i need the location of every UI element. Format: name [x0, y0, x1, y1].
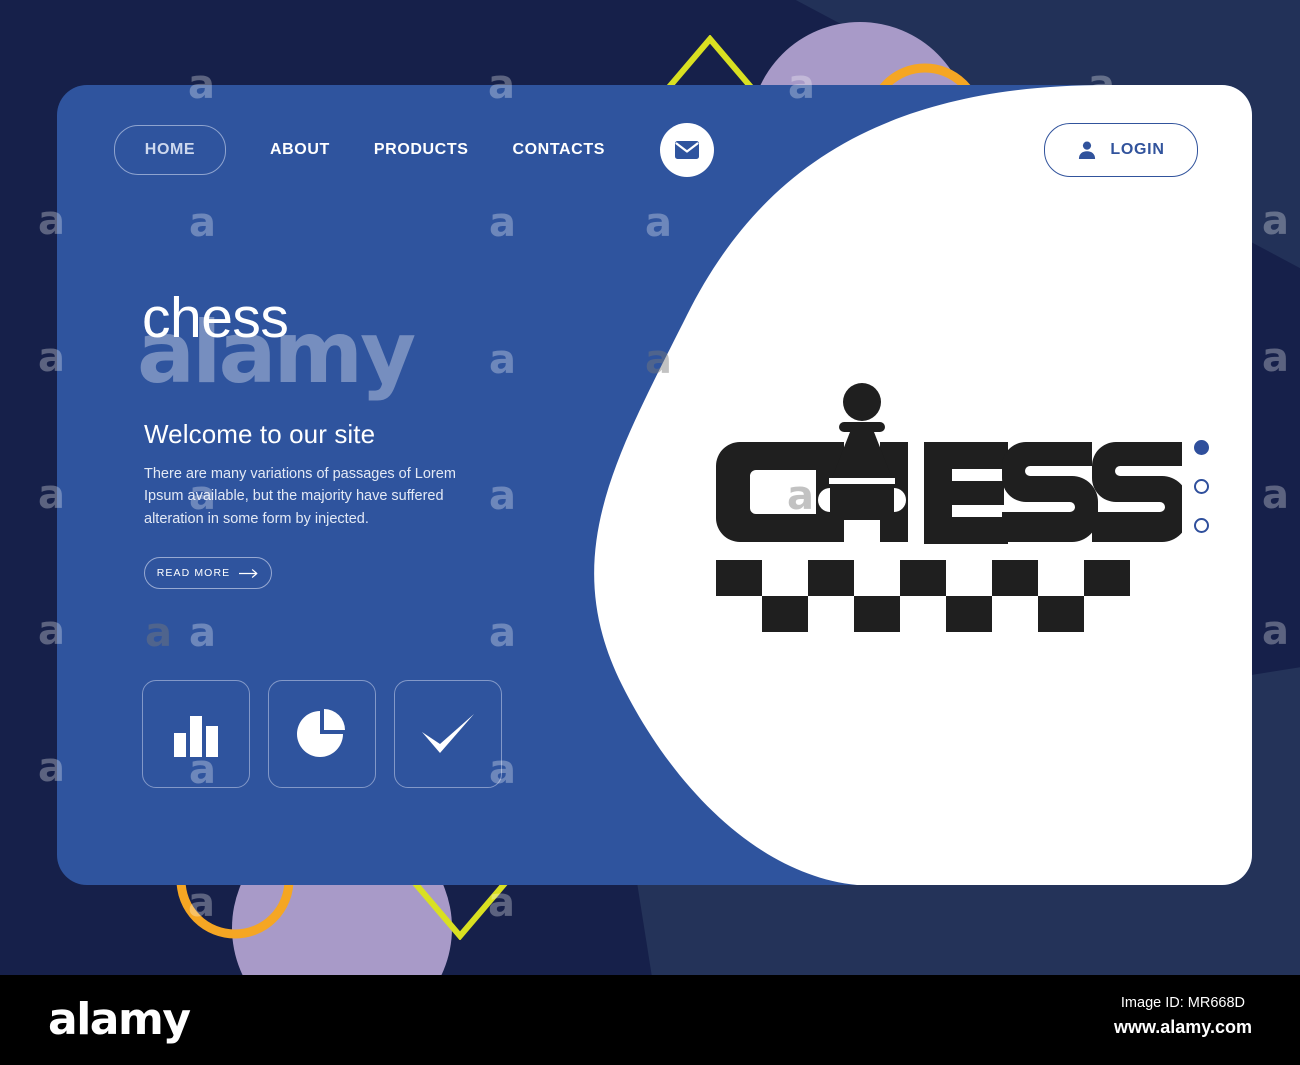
pie-chart-icon [297, 709, 345, 757]
decorative-chevron-bottom-icon [412, 880, 508, 940]
pagination-dot-2[interactable] [1194, 479, 1209, 494]
page-background: HOME ABOUT PRODUCTS CONTACTS LOGIN chess… [0, 0, 1300, 975]
mail-button[interactable] [659, 123, 714, 177]
main-navigation: HOME ABOUT PRODUCTS CONTACTS LOGIN [57, 85, 1252, 215]
alamy-url: www.alamy.com [1113, 1017, 1252, 1037]
check-mark-icon [422, 714, 474, 753]
hero-text-block: chess Welcome to our site There are many… [142, 286, 572, 590]
page-title: chess [142, 286, 289, 350]
read-more-label: READ MORE [156, 567, 231, 580]
nav-item-home[interactable]: HOME [114, 125, 226, 175]
alamy-logo: alamy [48, 994, 191, 1045]
nav-item-contacts-label: CONTACTS [512, 141, 605, 158]
feature-pie-chart[interactable] [268, 680, 376, 788]
footer-meta: Image ID: MR668D www.alamy.com [1114, 995, 1252, 1038]
feature-icon-row [142, 680, 502, 788]
bar-chart-icon [174, 716, 218, 757]
decorative-arc-bottom-icon [176, 879, 294, 939]
watermark-letter: a [1262, 335, 1289, 381]
nav-item-products[interactable]: PRODUCTS [374, 141, 469, 159]
nav-item-products-label: PRODUCTS [373, 141, 469, 158]
hero-card: HOME ABOUT PRODUCTS CONTACTS LOGIN chess… [57, 85, 1252, 885]
nav-item-home-label: HOME [144, 141, 196, 158]
hero-subtitle: Welcome to our site [144, 419, 376, 449]
login-button[interactable]: LOGIN [1044, 123, 1198, 177]
nav-item-about-label: ABOUT [270, 141, 330, 158]
image-id-label: Image ID: MR668D [1120, 995, 1246, 1011]
slider-pagination [1194, 440, 1209, 533]
user-icon [1079, 141, 1096, 159]
alamy-footer-bar: alamy Image ID: MR668D www.alamy.com [0, 975, 1300, 1065]
arrow-right-icon [239, 569, 258, 578]
login-button-label: LOGIN [1110, 141, 1165, 158]
chess-logo [712, 380, 1188, 640]
checkerboard-pattern [716, 560, 1130, 632]
chess-logo-graphic [716, 383, 1188, 632]
hero-description: There are many variations of passages of… [144, 466, 456, 527]
read-more-button[interactable]: READ MORE [144, 557, 272, 590]
envelope-icon [674, 141, 699, 159]
screenshot-root: HOME ABOUT PRODUCTS CONTACTS LOGIN chess… [0, 0, 1300, 1065]
watermark-letter: a [1262, 608, 1289, 654]
nav-item-contacts[interactable]: CONTACTS [512, 141, 605, 159]
watermark-letter: a [1262, 472, 1289, 518]
feature-check[interactable] [394, 680, 502, 788]
pagination-dot-3[interactable] [1194, 518, 1209, 533]
feature-bar-chart[interactable] [142, 680, 250, 788]
nav-item-about[interactable]: ABOUT [270, 141, 330, 159]
pagination-dot-1[interactable] [1194, 440, 1209, 455]
